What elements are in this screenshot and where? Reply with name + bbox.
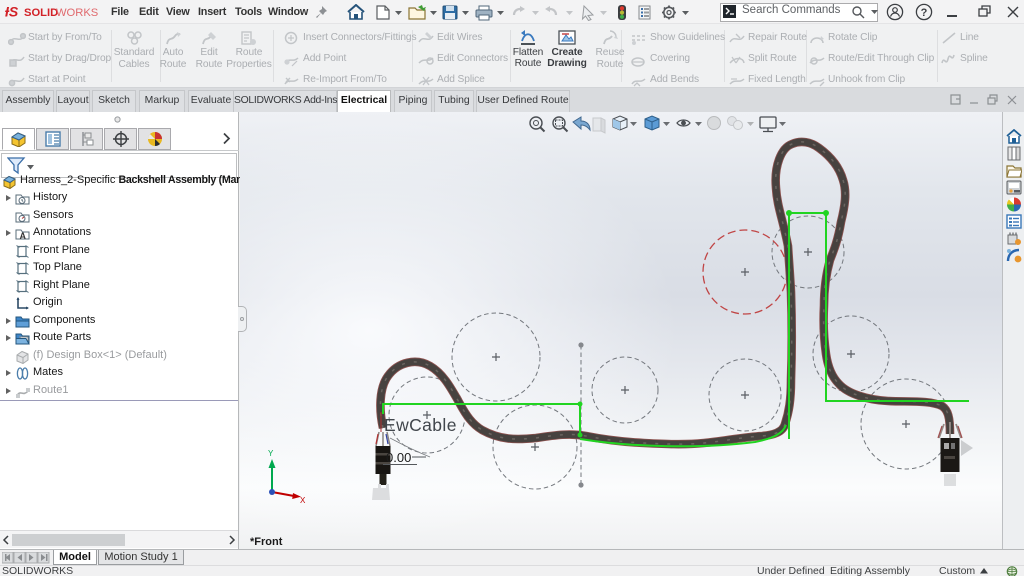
svg-text:SOLID: SOLID	[24, 7, 58, 19]
svg-text:A: A	[20, 231, 27, 241]
svg-text:WORKS: WORKS	[56, 7, 98, 19]
svg-text:?: ?	[921, 7, 928, 19]
svg-text:0.00: 0.00	[386, 450, 411, 465]
svg-text:ƗS: ƗS	[5, 4, 19, 20]
svg-text:X: X	[300, 496, 306, 505]
svg-text:EwCable: EwCable	[384, 415, 457, 435]
svg-text:Y: Y	[268, 449, 274, 458]
